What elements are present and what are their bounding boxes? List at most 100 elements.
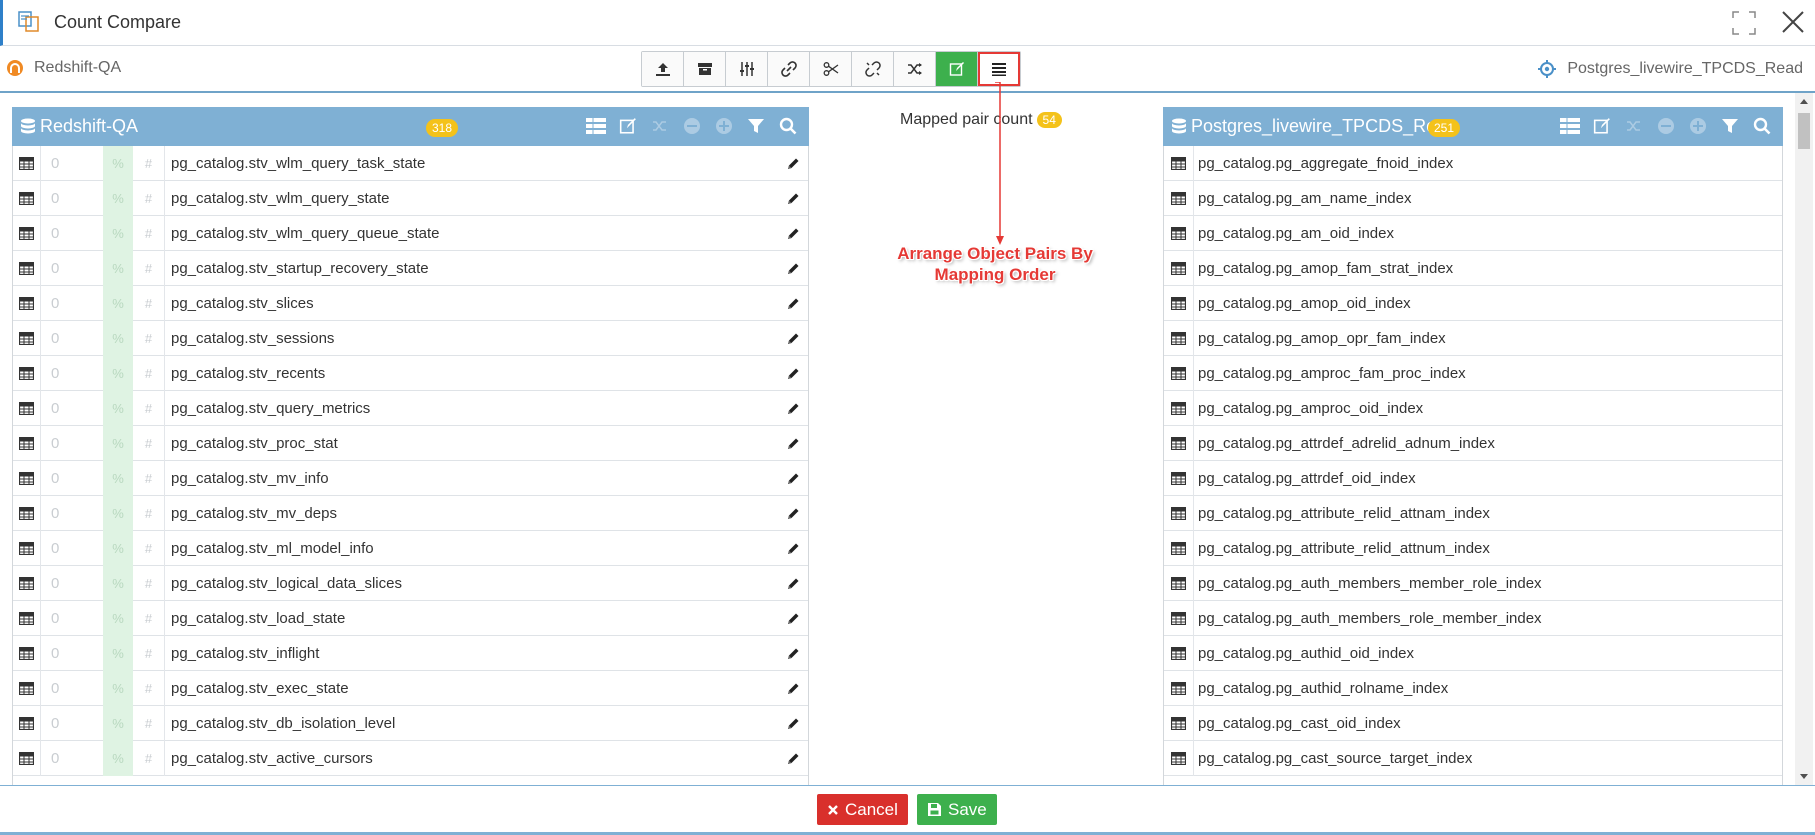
- row-count-value: 0: [51, 294, 60, 312]
- table-row[interactable]: 0% # pg_catalog.stv_recents: [13, 355, 808, 391]
- pencil-icon[interactable]: [778, 752, 808, 765]
- scroll-down-icon[interactable]: [1799, 773, 1809, 781]
- page-scrollbar[interactable]: [1795, 93, 1813, 785]
- pencil-icon[interactable]: [778, 542, 808, 555]
- target-object-panel: Postgres_livewire_TPCDS_Re 251 pg_catalo…: [1163, 107, 1783, 785]
- table-row[interactable]: pg_catalog.pg_attrdef_adrelid_adnum_inde…: [1164, 425, 1782, 461]
- table-row[interactable]: pg_catalog.pg_aggregate_fnoid_index: [1164, 146, 1782, 181]
- table-row[interactable]: 0% # pg_catalog.stv_mv_info: [13, 460, 808, 496]
- row-hash-value: #: [133, 635, 165, 671]
- table-row[interactable]: pg_catalog.pg_am_name_index: [1164, 180, 1782, 216]
- table-row[interactable]: 0% # pg_catalog.stv_wlm_query_task_state: [13, 146, 808, 181]
- pencil-icon[interactable]: [778, 192, 808, 205]
- table-row[interactable]: pg_catalog.pg_auth_members_member_role_i…: [1164, 565, 1782, 601]
- table-row[interactable]: 0% # pg_catalog.stv_active_cursors: [13, 740, 808, 776]
- table-row[interactable]: 0% # pg_catalog.stv_wlm_query_state: [13, 180, 808, 216]
- table-row[interactable]: pg_catalog.pg_attribute_relid_attnum_ind…: [1164, 530, 1782, 566]
- row-percent-value: %: [103, 215, 133, 251]
- scroll-thumb[interactable]: [1798, 113, 1810, 149]
- table-row[interactable]: 0% # pg_catalog.stv_inflight: [13, 635, 808, 671]
- table-row[interactable]: pg_catalog.pg_cast_source_target_index: [1164, 740, 1782, 776]
- table-icon: [1164, 425, 1194, 461]
- pencil-icon[interactable]: [778, 717, 808, 730]
- table-row[interactable]: 0% # pg_catalog.stv_logical_data_slices: [13, 565, 808, 601]
- row-hash-value: #: [133, 355, 165, 391]
- filter-icon[interactable]: [1719, 115, 1741, 137]
- row-percent-value: %: [103, 425, 133, 461]
- table-row[interactable]: pg_catalog.pg_authid_oid_index: [1164, 635, 1782, 671]
- edit-icon[interactable]: [617, 115, 639, 137]
- table-row[interactable]: 0% # pg_catalog.stv_proc_stat: [13, 425, 808, 461]
- table-icon: [1164, 146, 1194, 181]
- pencil-icon[interactable]: [778, 472, 808, 485]
- cut-button[interactable]: [810, 52, 852, 86]
- table-row[interactable]: 0% # pg_catalog.stv_query_metrics: [13, 390, 808, 426]
- table-row[interactable]: pg_catalog.pg_attrdef_oid_index: [1164, 460, 1782, 496]
- edit-icon[interactable]: [1591, 115, 1613, 137]
- table-icon: [13, 705, 41, 741]
- table-row[interactable]: pg_catalog.pg_attribute_relid_attnam_ind…: [1164, 495, 1782, 531]
- search-icon[interactable]: [777, 115, 799, 137]
- table-row[interactable]: pg_catalog.pg_amproc_oid_index: [1164, 390, 1782, 426]
- pencil-icon[interactable]: [778, 262, 808, 275]
- target-connection-icon: [1538, 60, 1557, 78]
- pencil-icon[interactable]: [778, 332, 808, 345]
- table-row[interactable]: 0% # pg_catalog.stv_wlm_query_queue_state: [13, 215, 808, 251]
- pencil-icon[interactable]: [778, 577, 808, 590]
- pencil-icon[interactable]: [778, 612, 808, 625]
- table-row[interactable]: pg_catalog.pg_amop_fam_strat_index: [1164, 250, 1782, 286]
- shuffle-button[interactable]: [894, 52, 936, 86]
- table-row[interactable]: 0% # pg_catalog.stv_startup_recovery_state: [13, 250, 808, 286]
- table-icon: [13, 146, 41, 181]
- target-connection-name: Postgres_livewire_TPCDS_Read: [1567, 60, 1803, 77]
- pencil-icon[interactable]: [778, 507, 808, 520]
- pencil-icon[interactable]: [778, 437, 808, 450]
- table-row[interactable]: pg_catalog.pg_amproc_fam_proc_index: [1164, 355, 1782, 391]
- pencil-icon[interactable]: [778, 297, 808, 310]
- table-row[interactable]: 0% # pg_catalog.stv_mv_deps: [13, 495, 808, 531]
- pencil-icon[interactable]: [778, 682, 808, 695]
- cancel-button[interactable]: Cancel: [817, 794, 908, 825]
- pencil-icon[interactable]: [778, 402, 808, 415]
- close-icon[interactable]: [1779, 8, 1807, 36]
- table-row[interactable]: 0% # pg_catalog.stv_db_isolation_level: [13, 705, 808, 741]
- table-icon: [1164, 670, 1194, 706]
- maximize-icon[interactable]: [1731, 10, 1757, 36]
- table-view-icon[interactable]: [585, 115, 607, 137]
- table-view-icon[interactable]: [1559, 115, 1581, 137]
- object-name: pg_catalog.stv_recents: [171, 364, 326, 382]
- plus-circle-icon: [1687, 115, 1709, 137]
- pencil-icon[interactable]: [778, 227, 808, 240]
- database-icon: [21, 118, 35, 133]
- table-row[interactable]: 0% # pg_catalog.stv_load_state: [13, 600, 808, 636]
- unlink-button[interactable]: [852, 52, 894, 86]
- table-row[interactable]: 0% # pg_catalog.stv_sessions: [13, 320, 808, 356]
- row-percent-value: %: [103, 460, 133, 496]
- annotation-arrow: [995, 82, 1004, 245]
- upload-button[interactable]: [642, 52, 684, 86]
- arrange-by-mapping-order-button[interactable]: [978, 52, 1020, 86]
- table-row[interactable]: 0% # pg_catalog.stv_ml_model_info: [13, 530, 808, 566]
- mapped-pair-count: Mapped pair count 54: [900, 111, 1062, 129]
- filter-icon[interactable]: [745, 115, 767, 137]
- table-row[interactable]: pg_catalog.pg_amop_opr_fam_index: [1164, 320, 1782, 356]
- list-icon: [992, 63, 1006, 76]
- search-icon[interactable]: [1751, 115, 1773, 137]
- table-row[interactable]: 0% # pg_catalog.stv_exec_state: [13, 670, 808, 706]
- archive-button[interactable]: [684, 52, 726, 86]
- save-button[interactable]: Save: [917, 794, 997, 825]
- table-row[interactable]: pg_catalog.pg_amop_oid_index: [1164, 285, 1782, 321]
- pencil-icon[interactable]: [778, 157, 808, 170]
- table-row[interactable]: pg_catalog.pg_authid_rolname_index: [1164, 670, 1782, 706]
- edit-mapping-button[interactable]: [936, 52, 978, 86]
- table-row[interactable]: 0% # pg_catalog.stv_slices: [13, 285, 808, 321]
- table-row[interactable]: pg_catalog.pg_am_oid_index: [1164, 215, 1782, 251]
- table-row[interactable]: pg_catalog.pg_auth_members_role_member_i…: [1164, 600, 1782, 636]
- pencil-icon[interactable]: [778, 647, 808, 660]
- scroll-up-icon[interactable]: [1799, 97, 1809, 105]
- settings-sliders-button[interactable]: [726, 52, 768, 86]
- object-name: pg_catalog.pg_amop_fam_strat_index: [1198, 259, 1454, 277]
- pencil-icon[interactable]: [778, 367, 808, 380]
- table-row[interactable]: pg_catalog.pg_cast_oid_index: [1164, 705, 1782, 741]
- link-button[interactable]: [768, 52, 810, 86]
